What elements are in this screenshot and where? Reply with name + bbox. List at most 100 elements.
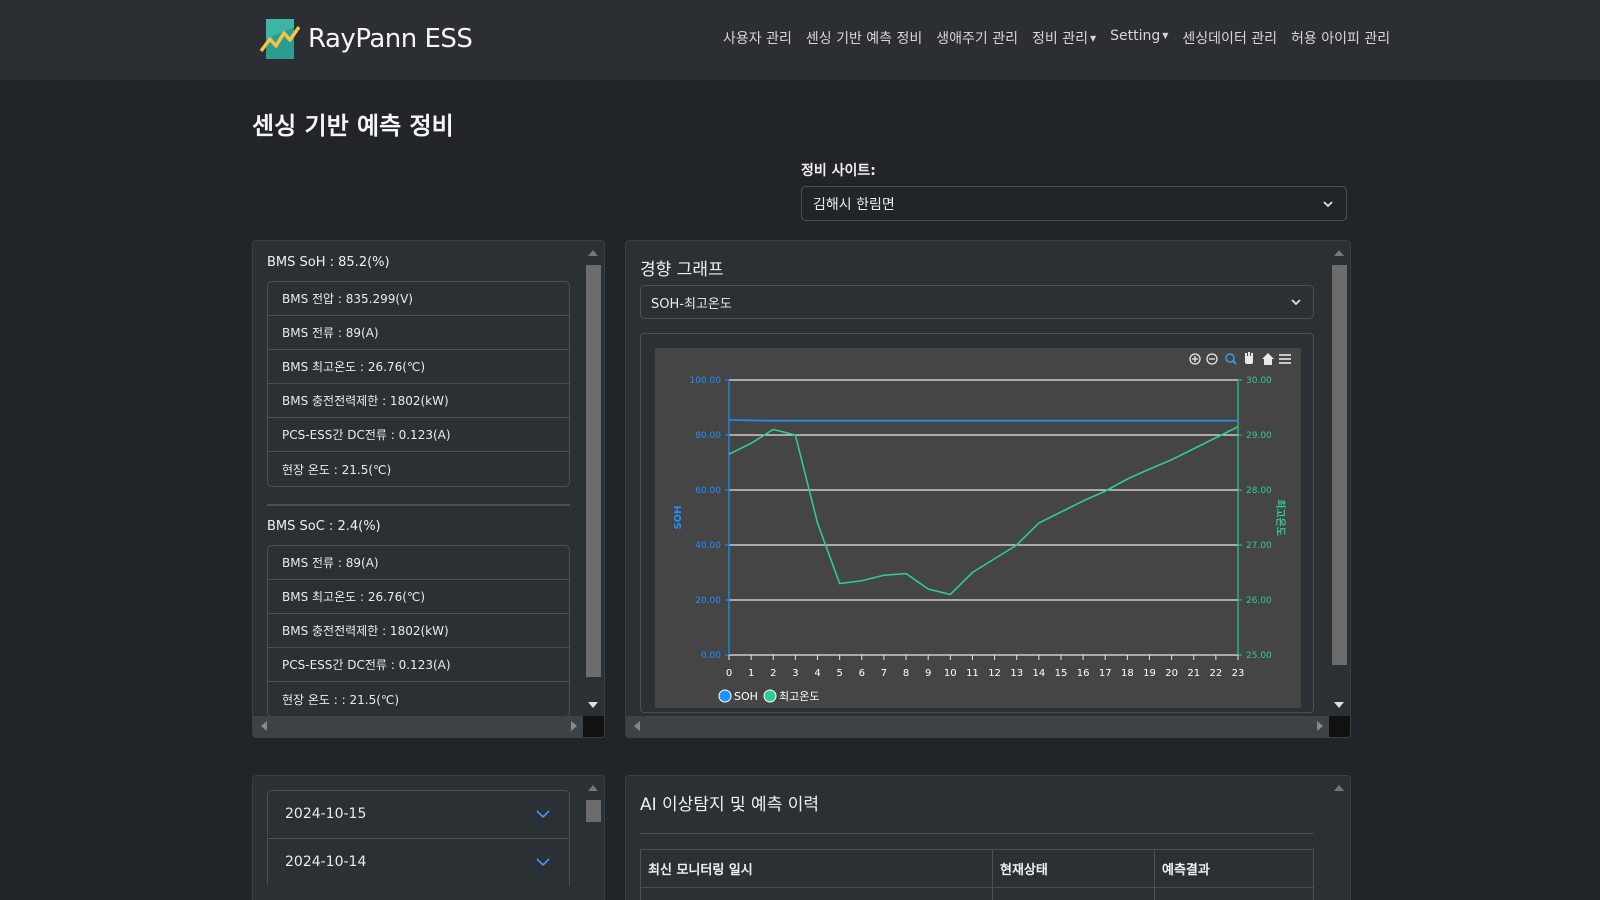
accordion-date: 2024-10-15	[285, 806, 367, 822]
y-tick-label: 80.00	[695, 431, 721, 441]
bms-horizontal-scrollbar[interactable]	[253, 716, 585, 737]
scroll-right-icon[interactable]	[1317, 721, 1323, 731]
bms-divider	[267, 504, 570, 506]
y-tick-label: 20.00	[695, 596, 721, 606]
nav-item-2[interactable]: 생애주기 관리	[929, 28, 1025, 48]
scroll-thumb[interactable]	[586, 265, 601, 677]
bms-soc-list: BMS 전류 : 89(A) BMS 최고온도 : 26.76(℃) BMS 충전전…	[267, 545, 570, 717]
x-tick-label: 1	[748, 668, 754, 679]
chart-frame: 0.00 20.00 40.00 60.00 80.00 100.00 25.00 26.00…	[640, 333, 1314, 713]
list-item: BMS 전류 : 89(A)	[268, 546, 569, 580]
accordion-date: 2024-10-14	[285, 854, 367, 870]
bms-soh-list: BMS 전압 : 835.299(V) BMS 전류 : 89(A) BMS 최고온…	[267, 281, 570, 487]
trend-select-value: SOH-최고온도	[651, 296, 732, 312]
col-current-status[interactable]: 현재상태	[992, 849, 1155, 888]
x-tick-label: 10	[944, 668, 957, 679]
bms-soh-title: BMS SoH : 85.2(%)	[267, 255, 390, 270]
series-line-1	[728, 426, 1239, 596]
chevron-down-icon	[1291, 299, 1301, 306]
list-item: BMS 최고온도 : 26.76(℃)	[268, 580, 569, 614]
nav-item-3[interactable]: 정비 관리 ▼	[1025, 28, 1103, 48]
trend-vertical-scrollbar[interactable]	[1329, 241, 1350, 717]
bms-vertical-scrollbar[interactable]	[583, 241, 604, 717]
ai-vertical-scrollbar[interactable]	[1329, 776, 1350, 900]
brand[interactable]: RayPann ESS	[260, 14, 473, 64]
x-tick-label: 4	[814, 668, 820, 679]
legend-marker	[763, 689, 777, 703]
list-item: BMS 충전전력제한 : 1802(kW)	[268, 384, 569, 418]
x-tick-label: 6	[859, 668, 865, 679]
scroll-thumb[interactable]	[586, 800, 601, 822]
nav-item-label: 허용 아이피 관리	[1291, 31, 1391, 47]
y-axis-title: SOH	[673, 505, 684, 529]
y2-tick-label: 28.00	[1246, 486, 1272, 496]
scrollbar-corner	[1329, 716, 1350, 737]
nav-item-0[interactable]: 사용자 관리	[716, 28, 799, 48]
nav-item-label: 정비 관리	[1031, 31, 1088, 47]
bms-soc-title: BMS SoC : 2.4(%)	[267, 519, 381, 534]
scroll-up-icon[interactable]	[588, 250, 598, 256]
accordion-item[interactable]: 2024-10-14	[267, 838, 570, 885]
legend-label: 최고온도	[779, 690, 819, 703]
site-select[interactable]: 김해시 한림면	[801, 186, 1347, 221]
x-tick-label: 22	[1210, 668, 1223, 679]
x-tick-label: 0	[726, 668, 732, 679]
chart-area: 0.00 20.00 40.00 60.00 80.00 100.00 25.00 26.00…	[655, 348, 1301, 708]
x-tick-label: 13	[1010, 668, 1023, 679]
list-item: PCS-ESS간 DC전류 : 0.123(A)	[268, 418, 569, 452]
nav-item-label: 생애주기 관리	[936, 31, 1018, 47]
scroll-up-icon[interactable]	[588, 785, 598, 791]
brand-logo-icon	[260, 19, 300, 59]
nav-item-4[interactable]: Setting ▼	[1103, 28, 1175, 48]
chevron-down-icon	[536, 858, 550, 867]
ai-history-title: AI 이상탐지 및 예측 이력	[640, 795, 820, 815]
col-prediction-result[interactable]: 예측결과	[1154, 849, 1314, 888]
nav-item-1[interactable]: 센싱 기반 예측 정비	[799, 28, 929, 48]
x-tick-label: 21	[1187, 668, 1200, 679]
trend-panel: 경향 그래프 SOH-최고온도 0.00 20.00 40.00 60.00 80.00…	[625, 240, 1351, 738]
trend-chart[interactable]: 0.00 20.00 40.00 60.00 80.00 100.00 25.00 26.00…	[655, 348, 1301, 708]
list-item: 현장 온도 : : 21.5(℃)	[282, 692, 400, 707]
list-item: BMS 전압 : 835.299(V)	[268, 282, 569, 316]
x-tick-label: 5	[836, 668, 842, 679]
pan-hand-icon[interactable]	[1245, 352, 1253, 364]
scroll-up-icon[interactable]	[1334, 785, 1344, 791]
ai-history-panel: AI 이상탐지 및 예측 이력 최신 모니터링 일시 현재상태 예측결과	[625, 775, 1351, 900]
scroll-left-icon[interactable]	[261, 721, 267, 731]
menu-icon[interactable]	[1279, 354, 1291, 364]
y-tick-label: 60.00	[695, 486, 721, 496]
list-item: BMS 최고온도 : 26.76(℃)	[268, 350, 569, 384]
zoom-out-icon[interactable]	[1206, 353, 1218, 365]
series-line-0	[728, 419, 1238, 422]
nav-item-6[interactable]: 허용 아이피 관리	[1284, 28, 1397, 48]
list-item: PCS-ESS간 DC전류 : 0.123(A)	[268, 648, 569, 682]
col-monitoring-time[interactable]: 최신 모니터링 일시	[640, 849, 993, 888]
nav-item-label: 사용자 관리	[723, 31, 792, 47]
accordion-item[interactable]: 2024-10-15	[267, 790, 570, 837]
list-item: BMS 전류 : 89(A)	[268, 316, 569, 350]
scroll-left-icon[interactable]	[634, 721, 640, 731]
nav-item-5[interactable]: 센싱데이터 관리	[1175, 28, 1284, 48]
trend-title: 경향 그래프	[640, 260, 724, 280]
trend-horizontal-scrollbar[interactable]	[626, 716, 1331, 737]
home-reset-icon[interactable]	[1262, 353, 1274, 365]
selection-zoom-icon[interactable]	[1225, 353, 1237, 365]
nav-item-label: Setting	[1110, 28, 1161, 44]
trend-select[interactable]: SOH-최고온도	[640, 285, 1314, 319]
scroll-down-icon[interactable]	[588, 702, 598, 708]
x-tick-label: 16	[1077, 668, 1090, 679]
scroll-right-icon[interactable]	[571, 721, 577, 731]
scroll-up-icon[interactable]	[1334, 250, 1344, 256]
x-tick-label: 23	[1232, 668, 1245, 679]
accordion-vertical-scrollbar[interactable]	[583, 776, 604, 900]
table-header-row: 최신 모니터링 일시 현재상태 예측결과	[640, 849, 1314, 888]
chevron-down-icon	[536, 810, 550, 819]
x-tick-label: 19	[1143, 668, 1156, 679]
x-tick-label: 17	[1099, 668, 1112, 679]
top-navbar: RayPann ESS 사용자 관리 센싱 기반 예측 정비 생애주기 관리 정비 관…	[0, 0, 1600, 80]
scroll-down-icon[interactable]	[1334, 702, 1344, 708]
y2-tick-label: 25.00	[1246, 651, 1272, 661]
y2-tick-label: 30.00	[1246, 376, 1272, 386]
scroll-thumb[interactable]	[1332, 265, 1347, 665]
zoom-in-icon[interactable]	[1189, 353, 1201, 365]
